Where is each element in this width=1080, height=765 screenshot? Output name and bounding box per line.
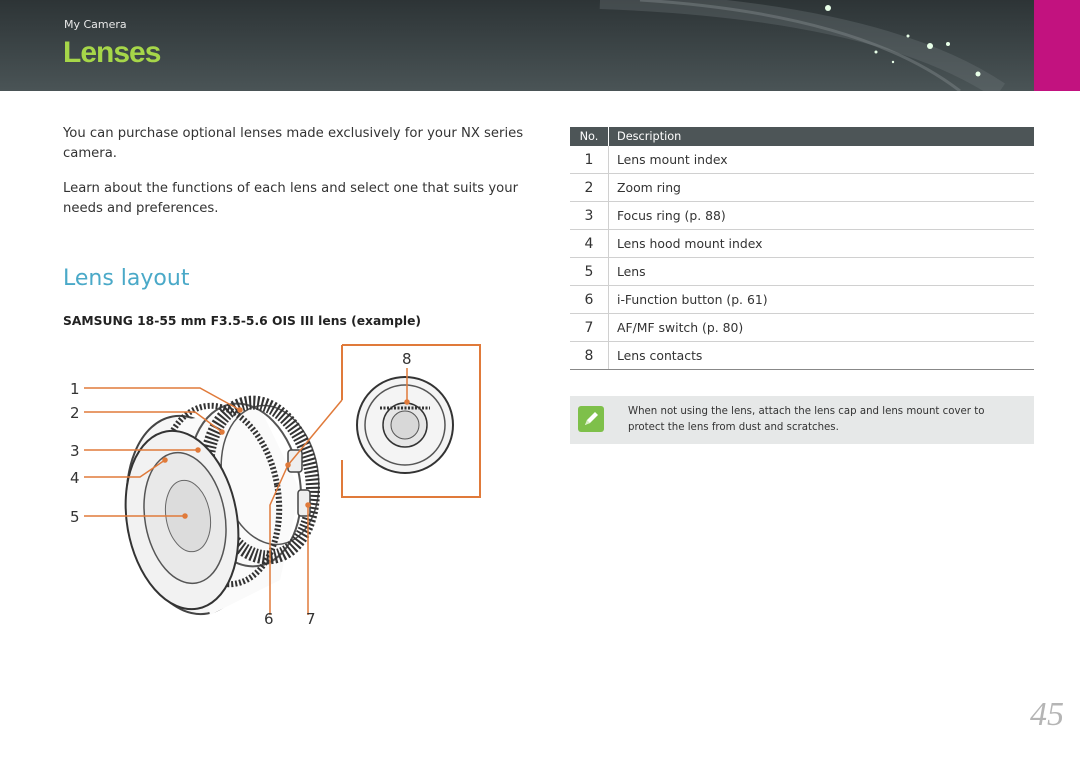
- row-number: 7: [570, 313, 609, 342]
- row-description[interactable]: Focus ring (p. 88): [608, 201, 1034, 230]
- table-row: 6 i-Function button (p. 61): [570, 285, 1034, 314]
- row-description[interactable]: AF/MF switch (p. 80): [608, 313, 1034, 342]
- callout-8: 8: [402, 350, 412, 368]
- row-description[interactable]: i-Function button (p. 61): [608, 285, 1034, 314]
- page-title: Lenses: [63, 36, 161, 69]
- row-number: 5: [570, 257, 609, 286]
- page-number: 45: [1030, 696, 1064, 733]
- table-header-row: No. Description: [570, 127, 1034, 146]
- table-row: 5 Lens: [570, 257, 1034, 286]
- row-description: Lens contacts: [608, 341, 1034, 370]
- lens-layout-figure: 1 2 3 4 5 6 7 8: [60, 340, 490, 640]
- callout-2: 2: [70, 404, 80, 422]
- note-box: When not using the lens, attach the lens…: [570, 396, 1034, 444]
- section-title: Lens layout: [63, 266, 190, 291]
- row-number: 1: [570, 146, 609, 174]
- table-row: 2 Zoom ring: [570, 173, 1034, 202]
- row-number: 6: [570, 285, 609, 314]
- intro-paragraph-1: You can purchase optional lenses made ex…: [63, 126, 524, 161]
- callout-3: 3: [70, 442, 80, 460]
- decorative-arc: [599, 0, 1006, 91]
- row-number: 4: [570, 229, 609, 258]
- table-row: 7 AF/MF switch (p. 80): [570, 313, 1034, 342]
- callout-6: 6: [264, 610, 274, 628]
- chapter-tab[interactable]: [1034, 0, 1080, 91]
- table-row: 3 Focus ring (p. 88): [570, 201, 1034, 230]
- callout-1: 1: [70, 380, 80, 398]
- page-header: My Camera Lenses: [0, 0, 1080, 91]
- column-header-description: Description: [608, 127, 1034, 146]
- callout-4: 4: [70, 469, 80, 487]
- row-number: 3: [570, 201, 609, 230]
- pencil-note-icon: [578, 406, 604, 432]
- lens-illustration: [84, 344, 481, 616]
- figure-caption: SAMSUNG 18-55 mm F3.5-5.6 OIS III lens (…: [63, 314, 422, 328]
- row-number: 8: [570, 341, 609, 370]
- note-text: When not using the lens, attach the lens…: [628, 406, 985, 433]
- table-row: 1 Lens mount index: [570, 146, 1034, 174]
- table-row: 4 Lens hood mount index: [570, 229, 1034, 258]
- callout-5: 5: [70, 508, 80, 526]
- intro-paragraph-2: Learn about the functions of each lens a…: [63, 181, 519, 216]
- breadcrumb[interactable]: My Camera: [64, 18, 127, 31]
- row-description: Lens: [608, 257, 1034, 286]
- parts-description-table: No. Description 1 Lens mount index 2 Zoom …: [570, 127, 1034, 370]
- row-description: Zoom ring: [608, 173, 1034, 202]
- row-description: Lens hood mount index: [608, 229, 1034, 258]
- row-number: 2: [570, 173, 609, 202]
- callout-7: 7: [306, 610, 316, 628]
- row-description: Lens mount index: [608, 146, 1034, 174]
- column-header-no: No.: [570, 127, 609, 146]
- table-row: 8 Lens contacts: [570, 341, 1034, 370]
